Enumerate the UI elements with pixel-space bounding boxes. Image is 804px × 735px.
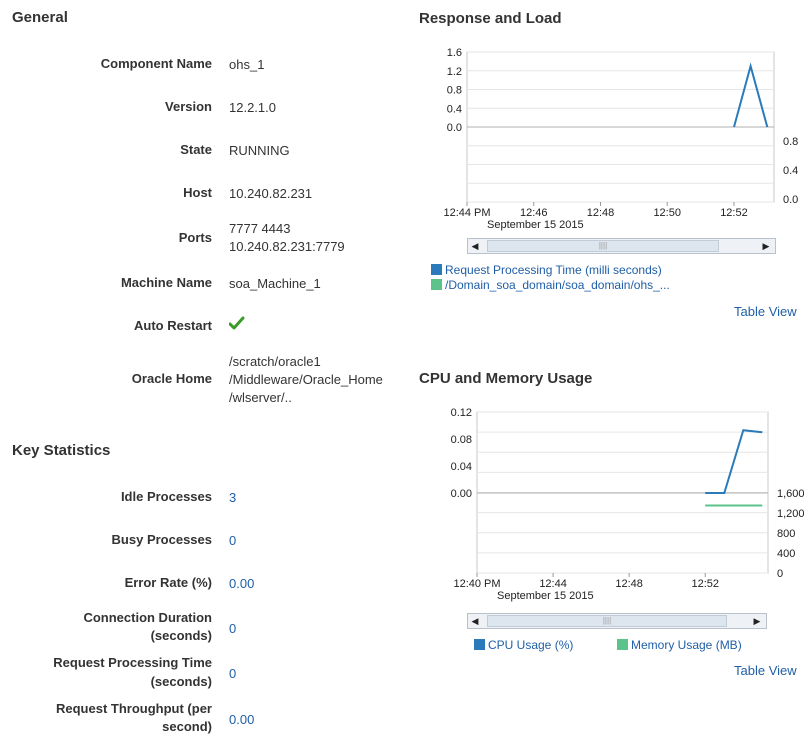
component-name-label: Component Name <box>100 56 212 71</box>
busy-processes-label: Busy Processes <box>111 532 212 547</box>
oracle-home-value-line2: /Middleware/Oracle_Home <box>229 372 383 387</box>
error-rate-value[interactable]: 0.00 <box>229 575 254 592</box>
error-rate-label: Error Rate (%) <box>124 575 212 590</box>
response-load-chart: 1.6 1.2 0.8 0.4 0.0 0.8 0.4 0.0 12:44 PM 12:46 1… <box>443 47 798 231</box>
legend-swatch-blue <box>431 264 442 275</box>
machine-name-value: soa_Machine_1 <box>229 276 321 291</box>
y-right-tick-label: 0 <box>777 568 783 580</box>
cpu-memory-table-view-link[interactable]: Table View <box>734 663 797 678</box>
x-tick-label: 12:44 <box>539 578 567 590</box>
cpu-memory-title: CPU and Memory Usage <box>419 370 593 387</box>
cpu-memory-scrollbar[interactable]: ◀ |||| ▶ <box>467 613 767 629</box>
component-name-value: ohs_1 <box>229 57 265 72</box>
x-tick-label: 12:50 <box>653 207 681 219</box>
legend-label: CPU Usage (%) <box>488 638 574 652</box>
legend-swatch-green <box>617 639 628 650</box>
legend-request-processing-time[interactable]: Request Processing Time (milli seconds) <box>431 263 662 277</box>
y-tick-label: 1.2 <box>447 66 462 78</box>
connection-duration-value[interactable]: 0 <box>229 620 236 637</box>
oracle-home-label: Oracle Home <box>131 371 212 386</box>
legend-memory-usage[interactable]: Memory Usage (MB) <box>617 638 742 652</box>
legend-swatch-blue <box>474 639 485 650</box>
response-load-table-view-link[interactable]: Table View <box>734 304 797 319</box>
checkmark-icon <box>228 316 245 330</box>
y-tick-label: 0.08 <box>451 434 472 446</box>
x-tick-label: 12:48 <box>587 207 615 219</box>
oracle-home-value-line1: /scratch/oracle1 <box>229 354 321 369</box>
y-right-tick-label: 1,200 <box>777 508 804 520</box>
response-load-title: Response and Load <box>419 10 562 27</box>
y-right-tick-label: 0.8 <box>783 136 798 148</box>
x-tick-label: 12:44 PM <box>443 207 490 219</box>
x-tick-label: 12:40 PM <box>453 578 500 590</box>
version-value: 12.2.1.0 <box>229 100 276 115</box>
key-statistics-title: Key Statistics <box>12 442 111 459</box>
y-tick-label: 0.04 <box>451 461 472 473</box>
x-tick-label: 12:52 <box>691 578 719 590</box>
y-tick-label: 0.00 <box>451 488 472 500</box>
general-section-title: General <box>12 9 68 26</box>
scroll-right-icon[interactable]: ▶ <box>750 614 764 628</box>
idle-processes-value[interactable]: 3 <box>229 489 236 506</box>
idle-processes-label: Idle Processes <box>120 489 212 504</box>
host-label: Host <box>183 185 212 200</box>
state-value: RUNNING <box>229 143 290 158</box>
y-tick-label: 0.4 <box>447 103 462 115</box>
y-tick-label: 0.12 <box>451 407 472 419</box>
machine-name-label: Machine Name <box>120 275 212 290</box>
y-right-tick-label: 1,600 <box>777 488 804 500</box>
connection-duration-label-line2: (seconds) <box>150 628 212 643</box>
connection-duration-label-line1: Connection Duration <box>83 610 212 625</box>
y-tick-label: 0.0 <box>447 122 462 134</box>
request-processing-time-value[interactable]: 0 <box>229 665 236 682</box>
legend-cpu-usage[interactable]: CPU Usage (%) <box>474 638 573 652</box>
x-tick-label: 12:48 <box>615 578 643 590</box>
y-tick-label: 1.6 <box>447 47 462 59</box>
x-tick-label: 12:46 <box>520 207 548 219</box>
x-date-label: September 15 2015 <box>497 590 594 602</box>
x-date-label: September 15 2015 <box>487 219 584 231</box>
state-label: State <box>180 142 212 157</box>
y-right-tick-label: 800 <box>777 528 795 540</box>
scroll-thumb[interactable]: |||| <box>487 615 727 627</box>
y-right-tick-label: 400 <box>777 548 795 560</box>
legend-domain-ohs[interactable]: /Domain_soa_domain/soa_domain/ohs_... <box>431 278 670 292</box>
request-throughput-label-line1: Request Throughput (per <box>56 701 212 716</box>
y-right-tick-label: 0.0 <box>783 194 798 206</box>
legend-label: Request Processing Time (milli seconds) <box>445 263 662 277</box>
oracle-home-value-line3: /wlserver/.. <box>229 390 292 405</box>
version-label: Version <box>165 99 212 114</box>
cpu-memory-chart: 0.12 0.08 0.04 0.00 1,600 1,200 800 400 0 12:40… <box>451 407 804 602</box>
ports-value-line1: 7777 4443 <box>229 221 291 236</box>
request-throughput-value[interactable]: 0.00 <box>229 711 254 728</box>
x-tick-label: 12:52 <box>720 207 748 219</box>
response-load-scrollbar[interactable]: ◀ |||| ▶ <box>467 238 776 254</box>
legend-swatch-green <box>431 279 442 290</box>
legend-label: Memory Usage (MB) <box>631 638 742 652</box>
scroll-thumb[interactable]: |||| <box>487 240 719 252</box>
scroll-left-icon[interactable]: ◀ <box>468 614 482 628</box>
busy-processes-value[interactable]: 0 <box>229 532 236 549</box>
scroll-right-icon[interactable]: ▶ <box>759 239 773 253</box>
legend-label: /Domain_soa_domain/soa_domain/ohs_... <box>445 278 670 292</box>
y-right-tick-label: 0.4 <box>783 165 798 177</box>
request-processing-time-label-line1: Request Processing Time <box>53 655 212 670</box>
ports-label: Ports <box>178 230 212 245</box>
auto-restart-label: Auto Restart <box>133 318 212 333</box>
request-throughput-label-line2: second) <box>162 719 212 734</box>
auto-restart-value <box>228 316 245 334</box>
scroll-left-icon[interactable]: ◀ <box>468 239 482 253</box>
ports-value-line2: 10.240.82.231:7779 <box>229 239 345 254</box>
y-tick-label: 0.8 <box>447 85 462 97</box>
request-processing-time-label-line2: (seconds) <box>150 674 212 689</box>
host-value: 10.240.82.231 <box>229 186 313 201</box>
